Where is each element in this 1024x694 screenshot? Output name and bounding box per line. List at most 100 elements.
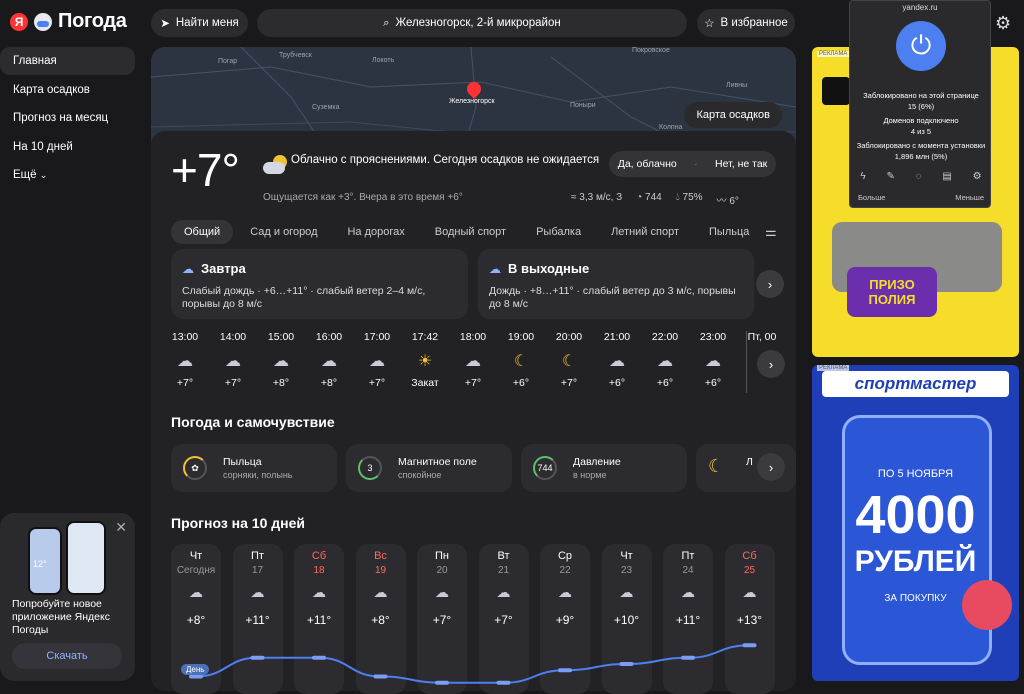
yandex-logo-icon: Я: [10, 12, 28, 31]
tab-garden[interactable]: Сад и огород: [237, 220, 330, 244]
feedback-no-button[interactable]: Нет, не так: [715, 158, 767, 170]
pollen-card[interactable]: ✿ Пыльца сорняки, полынь: [171, 444, 337, 492]
hour-item: 16:00 ☁︎ +8°: [305, 331, 353, 389]
cloudy-icon: ☁︎: [369, 353, 385, 370]
feedback-yes-button[interactable]: Да, облачно: [618, 158, 677, 170]
pressure-card[interactable]: 744 Давление в норме: [521, 444, 687, 492]
pressure-value: 744: [645, 192, 662, 203]
tab-general[interactable]: Общий: [171, 220, 234, 244]
map-label: Поныри: [570, 102, 596, 109]
phone-right: [66, 521, 106, 595]
ad-amount: 4000: [855, 485, 976, 545]
ad-currency: РУБЛЕЙ: [854, 545, 977, 578]
tab-roads[interactable]: На дорогах: [334, 220, 417, 244]
nav-item-precip-map[interactable]: Карта осадков: [0, 76, 135, 104]
day-date: 22: [559, 565, 571, 576]
cloudy-night-icon: ☁︎: [657, 353, 673, 370]
magnetic-card[interactable]: 3 Магнитное поле спокойное: [346, 444, 512, 492]
map-label: Колпна: [659, 124, 683, 131]
brand-logo: спортмастер: [822, 371, 1009, 397]
moon-icon: ☾: [561, 353, 577, 370]
logo[interactable]: Я Погода: [10, 10, 127, 33]
comment-icon[interactable]: ◌: [916, 171, 922, 182]
hour-item: 19:00 ☾ +6°: [497, 331, 545, 389]
wind-value: 3,3 м/с, З: [579, 192, 623, 203]
blocked-value: 15 (6%): [907, 102, 935, 111]
map-label: Суземка: [312, 104, 340, 111]
pressure-label: Давление: [573, 456, 621, 468]
download-button[interactable]: Скачать: [12, 643, 122, 669]
since-label: Заблокировано с момента установки: [856, 141, 986, 150]
temp-point: [250, 655, 265, 660]
tab-summer-sport[interactable]: Летний спорт: [598, 220, 692, 244]
separator-dot: ·: [694, 158, 698, 170]
hour-time: 21:00: [603, 331, 631, 343]
favorite-button[interactable]: ☆ В избранное: [697, 9, 795, 37]
power-icon[interactable]: ⏻: [896, 21, 946, 71]
water-icon: 〰: [716, 196, 727, 207]
day-separator: [746, 331, 747, 393]
tabs: Общий Сад и огород На дорогах Водный спо…: [171, 220, 762, 244]
day-date: 18: [313, 565, 325, 576]
rain-cloud-icon: ☁︎: [435, 584, 449, 600]
pressure-value: 744: [533, 456, 557, 480]
nav-item-month[interactable]: Прогноз на месяц: [0, 104, 135, 132]
ad-banner-2[interactable]: РЕКЛАМА спортмастер ПО 5 НОЯБРЯ 4000 РУБ…: [812, 365, 1019, 681]
rain-cloud-icon: ☁︎: [489, 262, 501, 276]
hour-item: 15:00 ☁︎ +8°: [257, 331, 305, 389]
close-icon[interactable]: ✕: [115, 519, 127, 536]
day-temp: +11°: [245, 613, 270, 627]
hour-temp: +6°: [608, 377, 626, 389]
gear-icon[interactable]: ⚙: [995, 13, 1011, 34]
window-icon[interactable]: ▤: [942, 171, 951, 182]
humidity-value: 75%: [682, 192, 703, 203]
temp-point: [619, 662, 634, 666]
temp-line: [195, 644, 750, 684]
hourly-next-button[interactable]: ›: [757, 350, 785, 378]
filter-icon[interactable]: ⚌: [765, 224, 777, 240]
day-name: Вс: [374, 550, 387, 562]
nav-item-main[interactable]: Главная: [0, 47, 135, 75]
forecast-card-tomorrow[interactable]: ☁︎ Завтра Слабый дождь · +6…+11° · слабы…: [171, 249, 468, 319]
hour-time: 23:00: [699, 331, 727, 343]
lightning-icon[interactable]: ϟ: [860, 171, 865, 182]
rain-cloud-icon: ☁︎: [189, 584, 203, 600]
rain-cloud-icon: ☁︎: [250, 584, 265, 600]
water-metric: 〰 6°: [717, 192, 739, 207]
hour-item: 17:00 ☁︎ +7°: [353, 331, 401, 389]
hour-time: 16:00: [315, 331, 343, 343]
forecast-next-button[interactable]: ›: [756, 270, 784, 298]
search-input[interactable]: ⌕ Железногорск, 2-й микрорайон: [257, 9, 687, 37]
popup-footer: Больше Меньше: [850, 193, 992, 202]
cloudy-night-icon: ☁︎: [609, 353, 625, 370]
more-button[interactable]: Больше: [858, 193, 885, 202]
phones-image: 12°: [26, 521, 108, 597]
temp-point: [435, 680, 449, 685]
hour-item: 17:42 ☀︎ Закат: [401, 331, 449, 389]
forecast-card-weekend[interactable]: ☁︎ В выходные Дождь · +8…+11° · слабый в…: [478, 249, 754, 319]
rain-cloud-icon: ☁︎: [558, 584, 572, 600]
day-name: Пт: [251, 550, 264, 562]
adblock-popup: yandex.ru ⏻ Заблокировано на этой страни…: [849, 0, 991, 208]
forecast-card-text: Слабый дождь · +6…+11° · слабый ветер 2–…: [182, 285, 426, 310]
tab-pollen[interactable]: Пыльца: [696, 220, 762, 244]
map-label: Покровское: [632, 47, 670, 54]
partly-cloudy-icon: ☁︎: [273, 353, 289, 370]
domains-label: Доменов подключено: [883, 116, 959, 125]
day-date: Сегодня: [176, 565, 216, 576]
temp-point: [681, 655, 695, 660]
sunset-icon: ☀︎: [417, 353, 433, 370]
nav-item-10days[interactable]: На 10 дней: [0, 133, 135, 161]
hour-time: 18:00: [459, 331, 487, 343]
chevron-right-icon: ›: [768, 356, 774, 372]
less-button[interactable]: Меньше: [955, 193, 984, 202]
tab-fishing[interactable]: Рыбалка: [523, 220, 594, 244]
wellbeing-next-button[interactable]: ›: [757, 453, 785, 481]
eyedropper-icon[interactable]: ✎: [886, 171, 894, 182]
precip-map-button[interactable]: Карта осадков: [684, 102, 782, 128]
find-me-button[interactable]: ➤ Найти меня: [151, 9, 248, 37]
nav-item-more[interactable]: Ещё ⌄: [0, 161, 135, 189]
promo-text: Попробуйте новое приложение Яндекс Погод…: [12, 598, 110, 636]
tab-water-sport[interactable]: Водный спорт: [422, 220, 519, 244]
settings-icon[interactable]: ⚙: [973, 171, 982, 182]
